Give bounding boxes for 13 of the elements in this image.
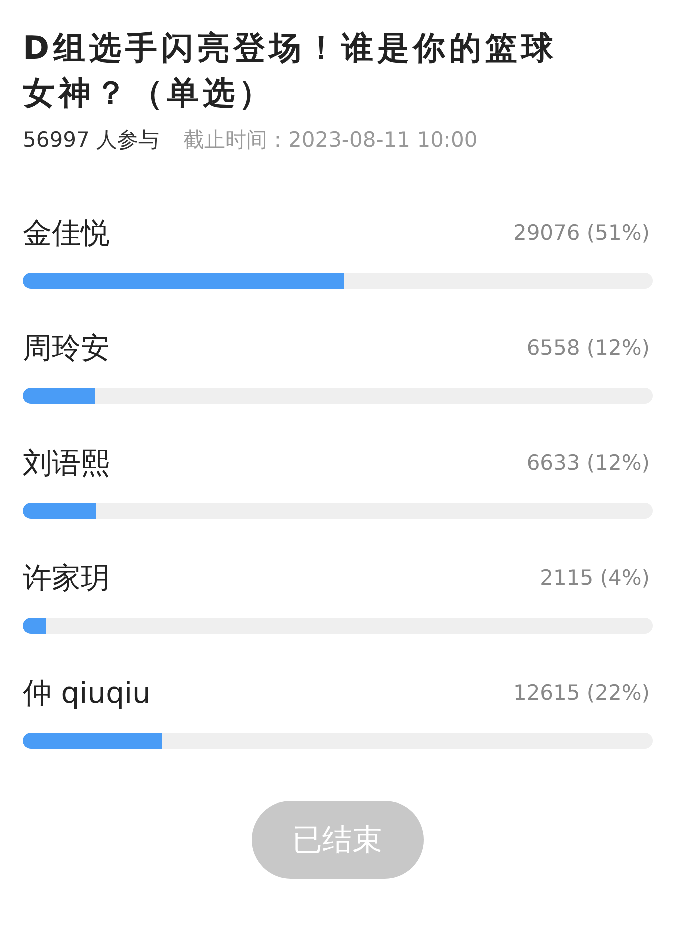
option-name: 金佳悦 [23,215,110,252]
option-name: 仲 qiuqiu [23,675,151,712]
vote-count: 2115 (4%) [540,565,651,592]
participant-count: 56997 人参与 [23,127,160,154]
poll-title: D组选手闪亮登场！谁是你的篮球女神？（单选） [23,28,559,114]
deadline-text: 截止时间：2023-08-11 10:00 [183,127,478,154]
vote-count: 29076 (51%) [513,220,651,247]
option-name: 许家玥 [23,560,110,597]
vote-count: 6558 (12%) [526,335,651,362]
option-name: 刘语熙 [23,445,110,482]
option-name: 周玲安 [23,330,110,367]
vote-count: 6633 (12%) [526,450,651,477]
vote-count: 12615 (22%) [513,680,651,707]
